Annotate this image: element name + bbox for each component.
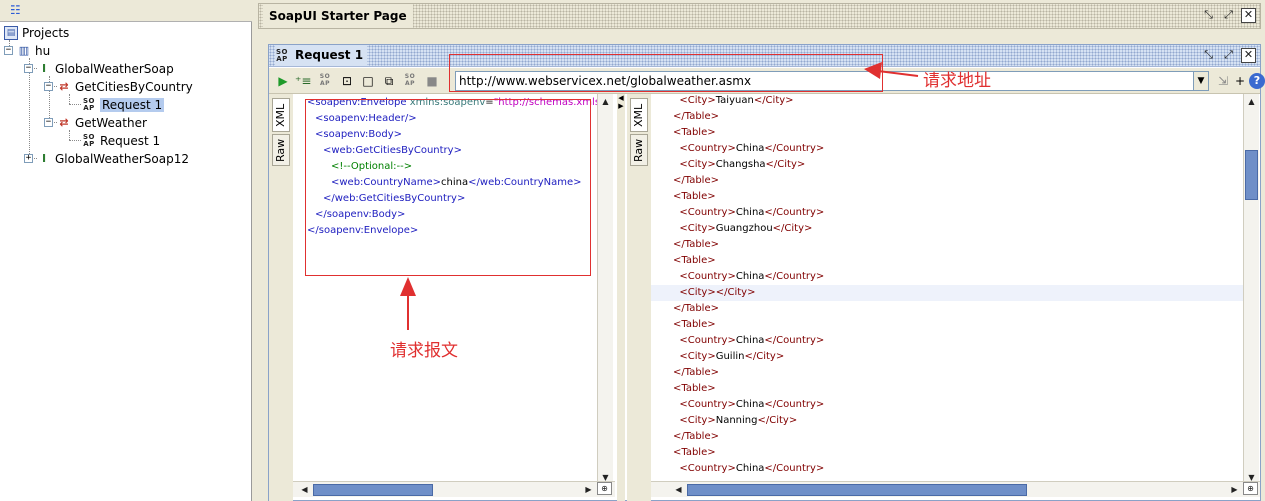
- url-annotation-label: 请求地址: [923, 71, 991, 91]
- body-arrow-head: [400, 277, 416, 296]
- url-arrow-shaft: [877, 70, 919, 77]
- annotation-arrows: [400, 62, 919, 330]
- url-arrow-head: [864, 62, 882, 79]
- body-annotation-label: 请求报文: [390, 341, 458, 361]
